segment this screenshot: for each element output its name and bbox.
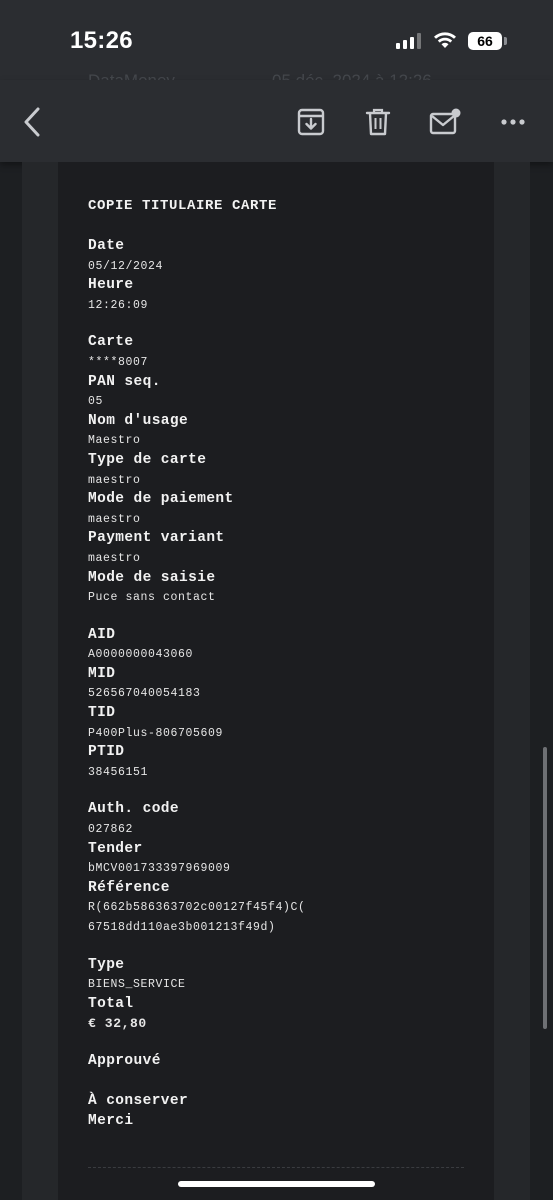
delete-button[interactable]	[358, 102, 398, 142]
receipt-group-datetime: Date 05/12/2024 Heure 12:26:09	[88, 237, 468, 315]
label-total: Total	[88, 995, 134, 1012]
status-approved: Approuvé	[88, 1052, 161, 1069]
label-tender: Tender	[88, 840, 143, 857]
mail-unread-icon	[429, 108, 461, 135]
label-card: Carte	[88, 334, 134, 351]
home-indicator[interactable]	[178, 1181, 375, 1187]
value-mid: 526567040054183	[88, 687, 201, 701]
label-card-type: Type de carte	[88, 451, 207, 468]
value-total: € 32,80	[88, 1016, 147, 1032]
receipt-heading: COPIE TITULAIRE CARTE	[88, 198, 278, 214]
value-reference-line1: R(662b586363702c00127f45f4)C(	[88, 901, 306, 915]
archive-button[interactable]	[291, 102, 331, 142]
label-usage-name: Nom d'usage	[88, 412, 189, 429]
keep-notice: À conserver	[88, 1092, 189, 1109]
label-time: Heure	[88, 277, 134, 294]
body-margin-right	[494, 162, 530, 1200]
value-date: 05/12/2024	[88, 259, 164, 273]
receipt-group-total: Type BIENS_SERVICE Total € 32,80	[88, 956, 468, 1034]
value-entry-mode: Puce sans contact	[88, 591, 216, 605]
label-auth-code: Auth. code	[88, 801, 180, 818]
more-icon	[501, 119, 525, 125]
email-body[interactable]: COPIE TITULAIRE CARTE Date 05/12/2024 He…	[0, 162, 553, 1200]
value-tid: P400Plus-806705609	[88, 726, 224, 740]
label-ptid: PTID	[88, 744, 125, 761]
receipt-group-auth: Auth. code 027862 Tender bMCV00173339796…	[88, 800, 468, 937]
label-date: Date	[88, 238, 125, 254]
cellular-signal-icon	[396, 33, 421, 49]
receipt-divider	[88, 1167, 464, 1168]
more-button[interactable]	[493, 102, 533, 142]
label-payment-mode: Mode de paiement	[88, 491, 234, 508]
label-type: Type	[88, 956, 125, 973]
value-ptid: 38456151	[88, 765, 149, 779]
label-pan-seq: PAN seq.	[88, 373, 161, 390]
mark-unread-button[interactable]	[425, 102, 465, 142]
mail-toolbar	[0, 80, 553, 162]
label-tid: TID	[88, 705, 116, 722]
value-type: BIENS_SERVICE	[88, 978, 186, 992]
chevron-left-icon	[24, 107, 40, 137]
value-usage-name: Maestro	[88, 434, 141, 448]
thanks-text: Merci	[88, 1113, 134, 1130]
value-payment-mode: maestro	[88, 512, 141, 526]
value-tender: bMCV001733397969009	[88, 862, 231, 876]
receipt-group-terminal: AID A0000000043060 MID 526567040054183 T…	[88, 626, 468, 783]
value-pan-seq: 05	[88, 395, 104, 409]
value-aid: A0000000043060	[88, 648, 194, 662]
archive-icon	[297, 108, 325, 136]
trash-icon	[365, 108, 391, 136]
value-auth-code: 027862	[88, 823, 134, 837]
label-aid: AID	[88, 626, 116, 643]
body-margin-left	[22, 162, 58, 1200]
battery-indicator: 66	[468, 32, 502, 50]
value-reference-line2: 67518dd110ae3b001213f49d)	[88, 921, 276, 934]
value-payment-variant: maestro	[88, 551, 141, 565]
receipt-group-card: Carte ****8007 PAN seq. 05 Nom d'usage M…	[88, 333, 468, 607]
battery-cap	[504, 37, 507, 45]
label-entry-mode: Mode de saisie	[88, 569, 216, 586]
card-receipt: COPIE TITULAIRE CARTE Date 05/12/2024 He…	[88, 198, 468, 1132]
label-payment-variant: Payment variant	[88, 530, 225, 547]
value-card: ****8007	[88, 355, 149, 369]
value-card-type: maestro	[88, 473, 141, 487]
value-time: 12:26:09	[88, 298, 149, 312]
scrollbar[interactable]	[543, 747, 547, 1029]
back-button[interactable]	[12, 102, 52, 142]
wifi-icon	[434, 32, 456, 48]
label-reference: Référence	[88, 879, 170, 896]
label-mid: MID	[88, 665, 116, 682]
status-time: 15:26	[70, 27, 133, 54]
